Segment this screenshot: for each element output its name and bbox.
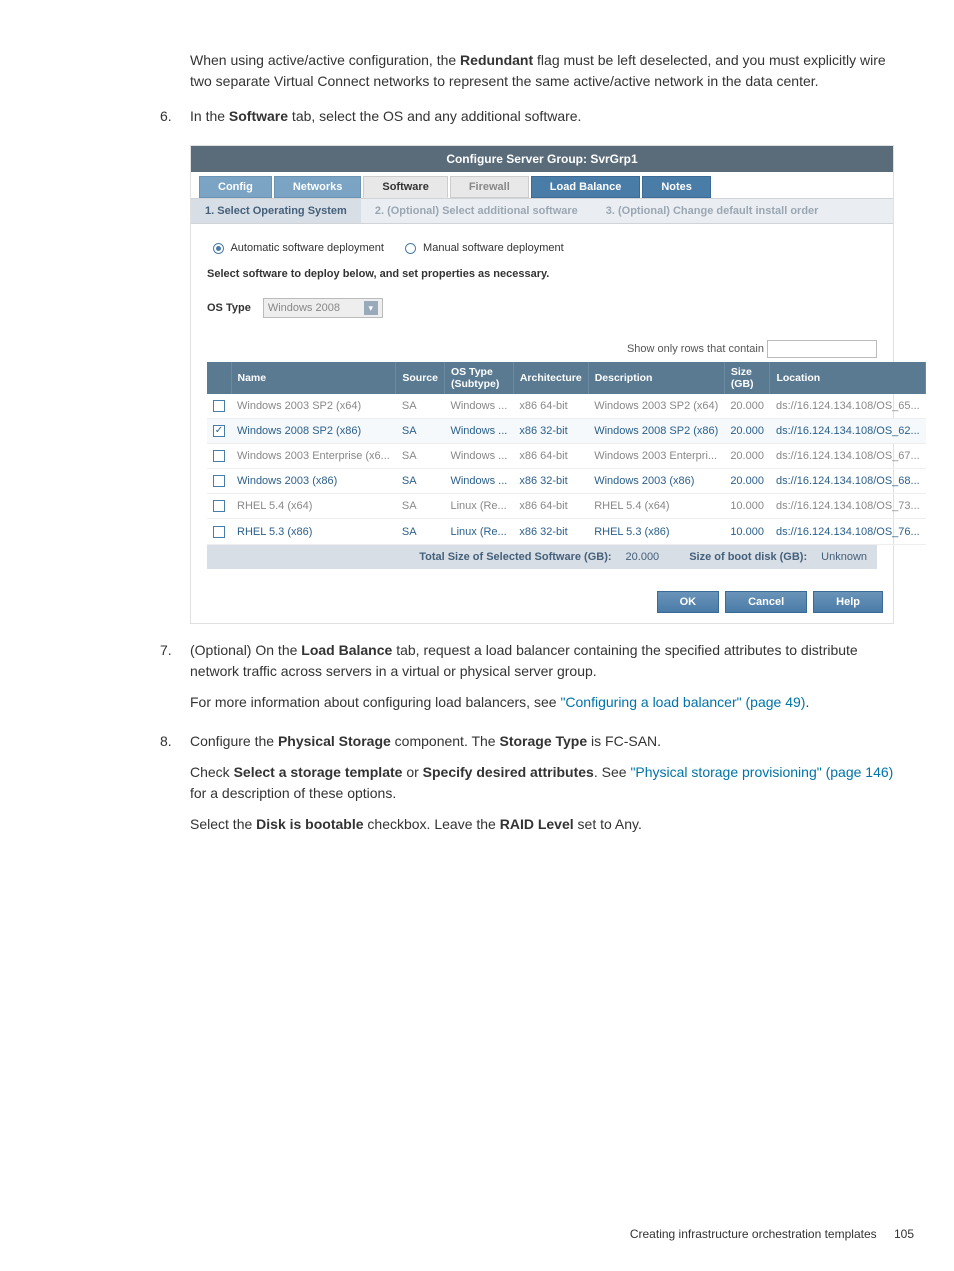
checkbox[interactable] <box>213 475 225 487</box>
os-type-select[interactable]: Windows 2008 ▾ <box>263 298 383 318</box>
radio-icon <box>213 243 224 254</box>
main-tabs: ConfigNetworksSoftwareFirewallLoad Balan… <box>191 172 893 198</box>
step-6: 6. In the Software tab, select the OS an… <box>160 106 894 137</box>
tab-config[interactable]: Config <box>199 176 272 198</box>
radio-icon <box>405 243 416 254</box>
col-header[interactable]: Architecture <box>513 362 588 394</box>
table-row[interactable]: Windows 2003 Enterprise (x6...SAWindows … <box>207 444 926 469</box>
table-row[interactable]: Windows 2003 SP2 (x64)SAWindows ...x86 6… <box>207 394 926 419</box>
totals-bar: Total Size of Selected Software (GB): 20… <box>207 545 877 569</box>
col-header[interactable]: Source <box>396 362 445 394</box>
radio-auto[interactable]: Automatic software deployment <box>213 242 387 254</box>
table-row[interactable]: ✓Windows 2008 SP2 (x86)SAWindows ...x86 … <box>207 419 926 444</box>
tab-load-balance[interactable]: Load Balance <box>531 176 641 198</box>
intro-paragraph: When using active/active configuration, … <box>190 50 894 92</box>
checkbox[interactable]: ✓ <box>213 425 225 437</box>
deployment-radio-group: Automatic software deployment Manual sof… <box>213 242 877 254</box>
table-row[interactable]: RHEL 5.3 (x86)SALinux (Re...x86 32-bitRH… <box>207 519 926 544</box>
col-header[interactable]: Location <box>770 362 926 394</box>
tab-networks[interactable]: Networks <box>274 176 362 198</box>
checkbox[interactable] <box>213 450 225 462</box>
subtab-2[interactable]: 3. (Optional) Change default install ord… <box>592 199 833 223</box>
filter-label: Show only rows that contain <box>627 343 764 355</box>
instruction-text: Select software to deploy below, and set… <box>207 268 877 280</box>
filter-input[interactable] <box>767 340 877 358</box>
step-6-number: 6. <box>160 106 190 137</box>
dialog-title: Configure Server Group: SvrGrp1 <box>191 146 893 172</box>
step-7: 7. (Optional) On the Load Balance tab, r… <box>160 640 894 723</box>
step-7-number: 7. <box>160 640 190 723</box>
cancel-button[interactable]: Cancel <box>725 591 807 613</box>
checkbox[interactable] <box>213 400 225 412</box>
checkbox[interactable] <box>213 500 225 512</box>
tab-notes[interactable]: Notes <box>642 176 711 198</box>
os-type-label: OS Type <box>207 302 251 314</box>
table-row[interactable]: Windows 2003 (x86)SAWindows ...x86 32-bi… <box>207 469 926 494</box>
table-row[interactable]: RHEL 5.4 (x64)SALinux (Re...x86 64-bitRH… <box>207 494 926 519</box>
help-button[interactable]: Help <box>813 591 883 613</box>
col-header[interactable]: Name <box>231 362 396 394</box>
software-table: NameSourceOS Type (Subtype)ArchitectureD… <box>207 362 926 545</box>
col-header[interactable]: Size (GB) <box>724 362 770 394</box>
col-header[interactable]: Description <box>588 362 724 394</box>
tab-firewall[interactable]: Firewall <box>450 176 529 198</box>
ok-button[interactable]: OK <box>657 591 720 613</box>
sub-tabs: 1. Select Operating System2. (Optional) … <box>191 198 893 224</box>
subtab-1[interactable]: 2. (Optional) Select additional software <box>361 199 592 223</box>
col-header[interactable]: OS Type (Subtype) <box>444 362 513 394</box>
step-8: 8. Configure the Physical Storage compon… <box>160 731 894 845</box>
chevron-down-icon: ▾ <box>364 301 378 315</box>
configure-server-group-dialog: Configure Server Group: SvrGrp1 ConfigNe… <box>190 145 894 624</box>
tab-software[interactable]: Software <box>363 176 447 198</box>
checkbox[interactable] <box>213 526 225 538</box>
step-8-number: 8. <box>160 731 190 845</box>
radio-manual[interactable]: Manual software deployment <box>405 242 564 254</box>
page-footer: Creating infrastructure orchestration te… <box>630 1227 914 1241</box>
link-physical-storage-provisioning[interactable]: "Physical storage provisioning" (page 14… <box>630 764 893 780</box>
link-configuring-load-balancer[interactable]: "Configuring a load balancer" (page 49) <box>560 694 805 710</box>
subtab-0[interactable]: 1. Select Operating System <box>191 199 361 223</box>
